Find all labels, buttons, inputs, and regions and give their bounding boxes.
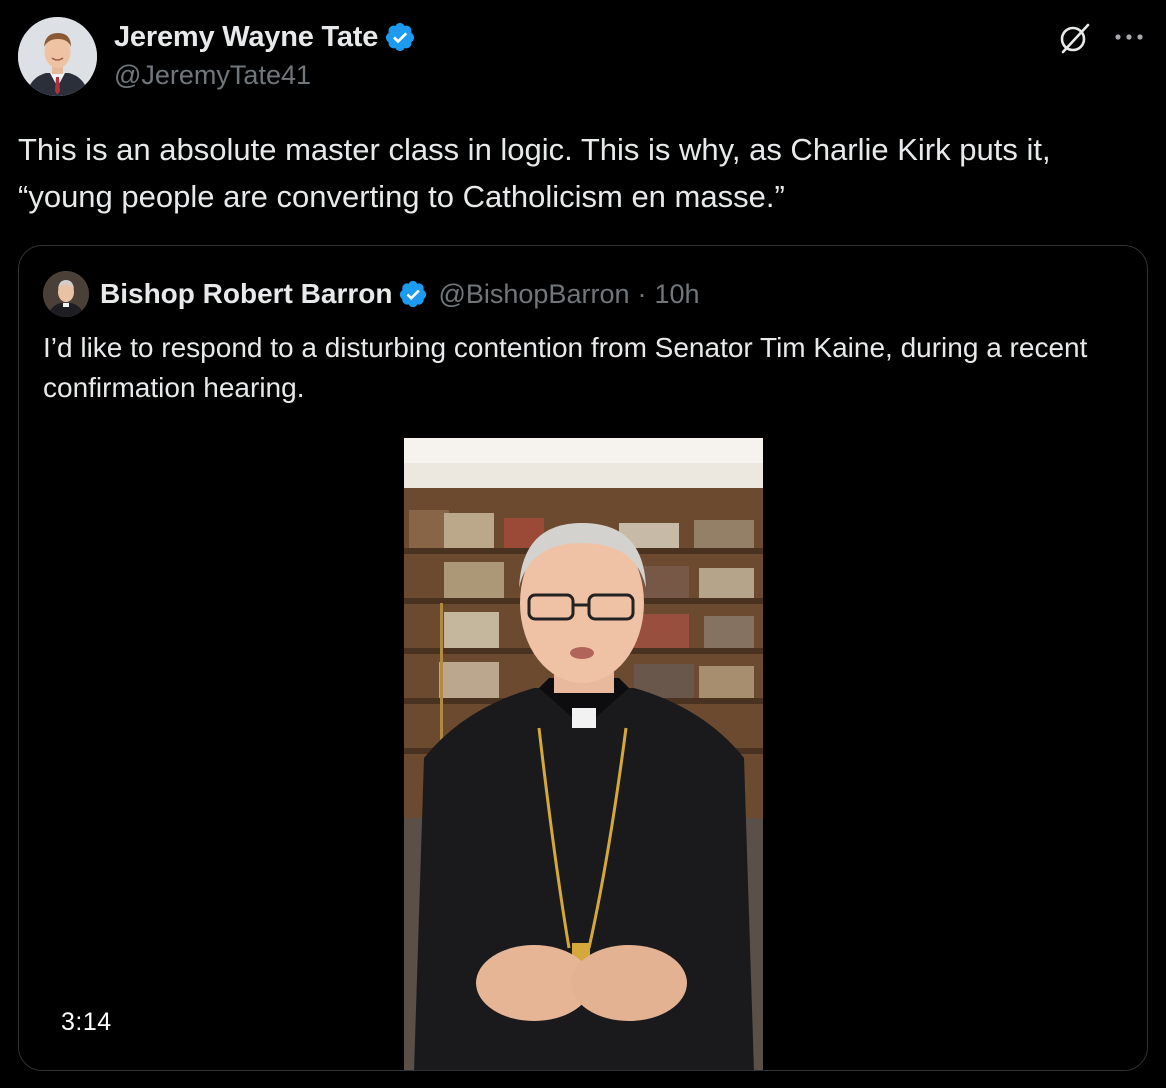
quote-author-avatar[interactable] (43, 271, 89, 317)
quote-timestamp[interactable]: 10h (654, 279, 699, 310)
quote-separator: · (637, 278, 647, 309)
quote-video[interactable]: 3:14 (19, 436, 1147, 1070)
quote-header: Bishop Robert Barron @BishopBarron · 10h (43, 270, 700, 318)
quote-author-name[interactable]: Bishop Robert Barron (100, 278, 392, 310)
video-duration: 3:14 (61, 1008, 112, 1036)
video-thumbnail[interactable] (404, 438, 763, 1070)
tweet: Jeremy Wayne Tate @JeremyTate41 This is … (0, 0, 1166, 1088)
quote-tweet-card[interactable]: Bishop Robert Barron @BishopBarron · 10h… (18, 245, 1148, 1071)
author-handle[interactable]: @JeremyTate41 (114, 60, 311, 91)
tweet-text: This is an absolute master class in logi… (18, 132, 1051, 214)
more-options-icon[interactable] (1112, 23, 1146, 51)
verified-badge-icon[interactable] (384, 21, 416, 53)
quote-text: I’d like to respond to a disturbing cont… (43, 332, 1088, 403)
quote-verified-badge-icon[interactable] (398, 279, 428, 309)
author-name-row: Jeremy Wayne Tate (114, 18, 416, 56)
author-name[interactable]: Jeremy Wayne Tate (114, 21, 378, 54)
author-avatar[interactable] (18, 17, 97, 96)
quote-author-handle[interactable]: @BishopBarron (438, 279, 629, 310)
author-avatar-image (18, 17, 97, 96)
grok-icon[interactable] (1057, 20, 1093, 56)
